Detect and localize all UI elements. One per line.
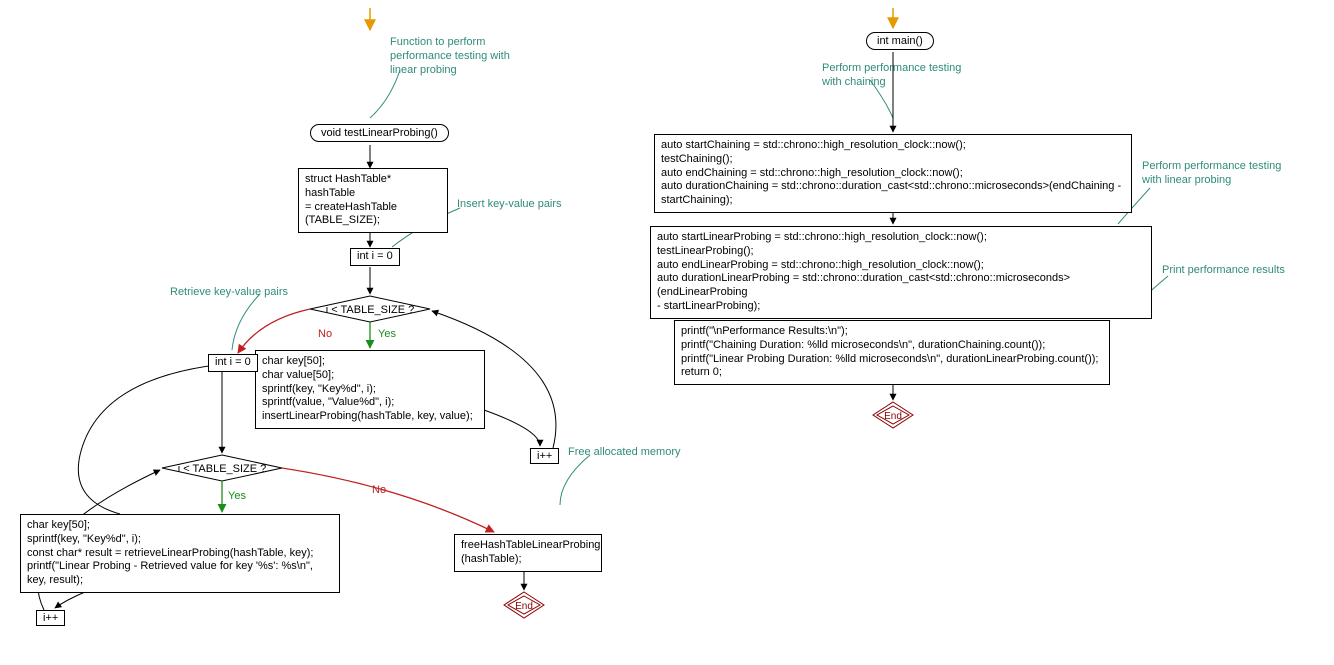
label-yes-1: Yes [228,490,246,504]
box-body0: char key[50]; char value[50]; sprintf(ke… [255,350,485,429]
cond1-text: i < TABLE_SIZE ? [178,463,267,475]
box-body1: char key[50]; sprintf(key, "Key%d", i); … [20,514,340,593]
terminal-right: int main() [866,32,934,50]
annot-chaining: Perform performance testing with chainin… [822,62,961,90]
svg-text:End: End [884,411,902,422]
box-init1: int i = 0 [208,354,258,372]
box-create-hashtable: struct HashTable* hashTable = createHash… [298,168,448,233]
box-inc0: i++ [530,448,559,464]
label-no-1: No [372,484,386,498]
box-free: freeHashTableLinearProbing (hashTable); [454,534,602,572]
box-chaining: auto startChaining = std::chrono::high_r… [654,134,1132,213]
annot-insert: Insert key-value pairs [457,198,562,212]
label-no-0: No [318,328,332,342]
box-inc1: i++ [36,610,65,626]
box-print: printf("\nPerformance Results:\n"); prin… [674,320,1110,385]
annot-linear-probing: Perform performance testing with linear … [1142,160,1281,188]
annot-free: Free allocated memory [568,446,681,460]
annot-function: Function to perform performance testing … [390,36,510,77]
label-yes-0: Yes [378,328,396,342]
terminal-left: void testLinearProbing() [310,124,449,142]
annot-retrieve: Retrieve key-value pairs [170,286,288,300]
annot-print: Print performance results [1162,264,1285,278]
cond0-text: i < TABLE_SIZE ? [326,304,415,316]
svg-text:End: End [515,601,533,612]
box-init0: int i = 0 [350,248,400,266]
box-linear-probing: auto startLinearProbing = std::chrono::h… [650,226,1152,319]
